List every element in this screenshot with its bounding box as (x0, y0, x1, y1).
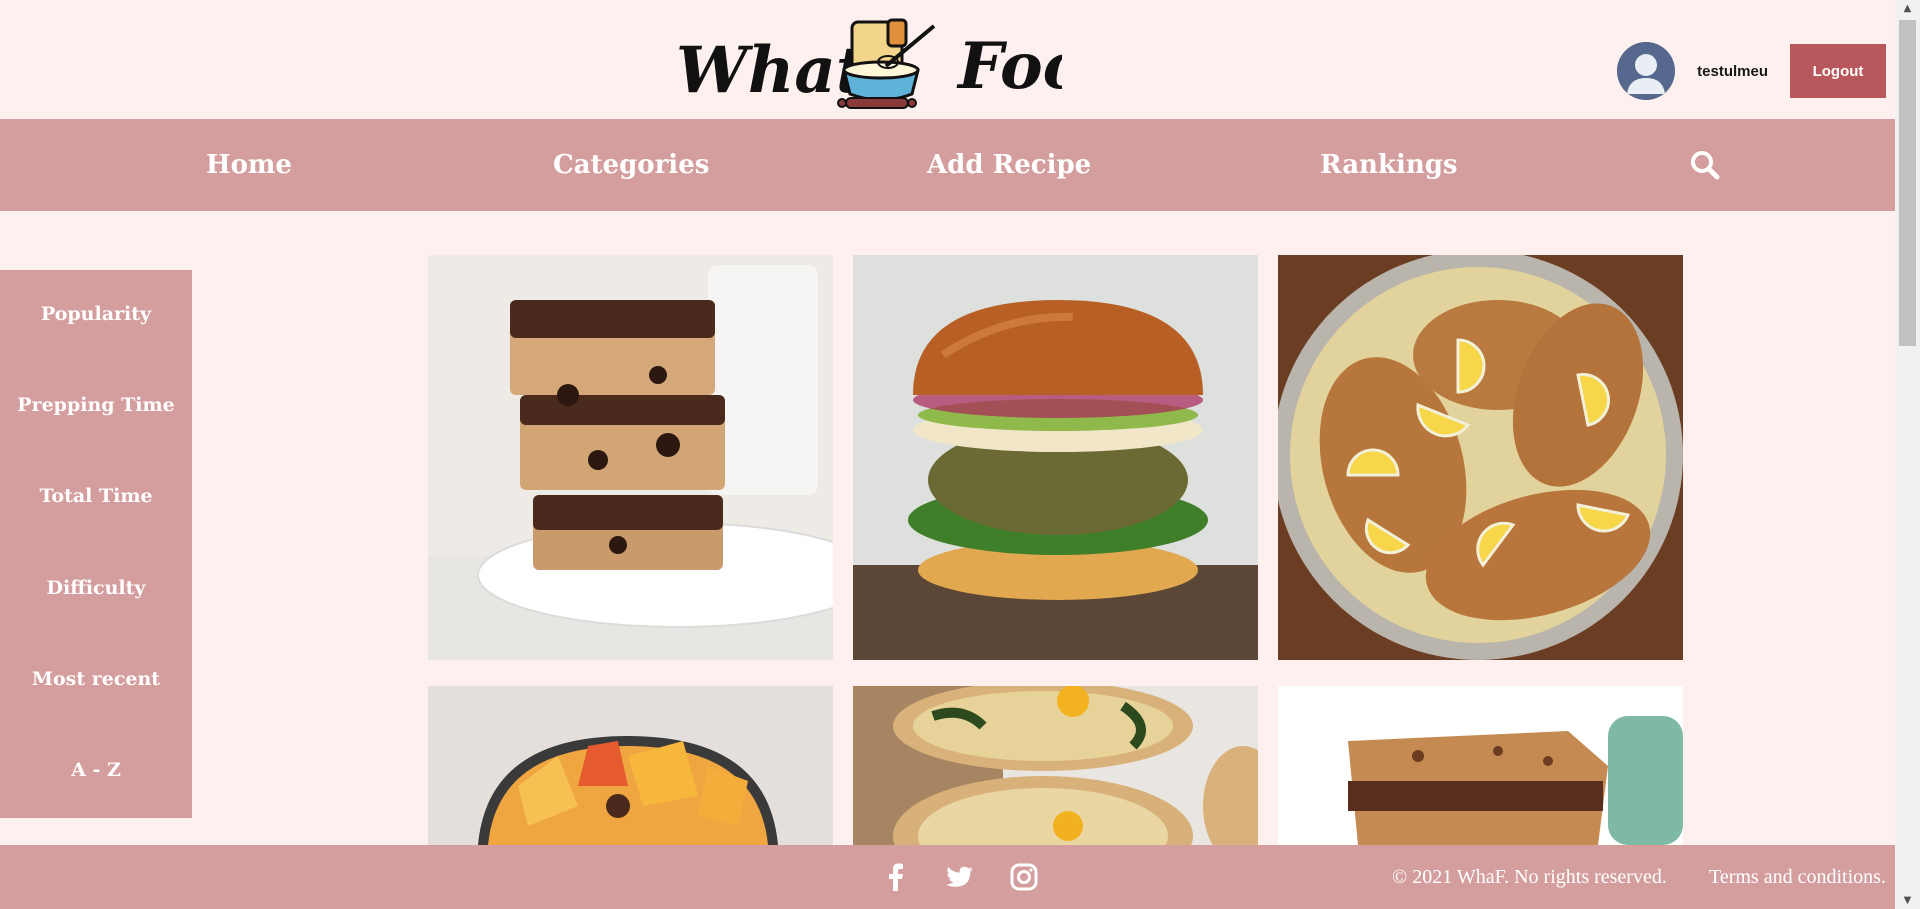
footer: © 2021 WhaF. No rights reserved. Terms a… (0, 845, 1895, 909)
scrollbar[interactable]: ▲ ▼ (1895, 0, 1920, 909)
sort-most-recent[interactable]: Most recent (0, 668, 192, 690)
sort-prepping-time[interactable]: Prepping Time (0, 394, 192, 416)
search-icon[interactable] (1690, 150, 1720, 180)
logout-button[interactable]: Logout (1790, 44, 1886, 98)
nav-home[interactable]: Home (206, 119, 292, 211)
nav-add-recipe[interactable]: Add Recipe (927, 119, 1091, 211)
recipe-card[interactable] (853, 255, 1258, 660)
recipe-card[interactable] (428, 686, 833, 845)
recipe-card[interactable] (428, 255, 833, 660)
main-nav: Home Categories Add Recipe Rankings (0, 119, 1895, 211)
avatar[interactable] (1617, 42, 1676, 100)
recipe-card[interactable] (853, 686, 1258, 845)
scroll-up-icon[interactable]: ▲ (1895, 0, 1920, 17)
terms-link[interactable]: Terms and conditions. (1709, 845, 1886, 909)
header: What Food testulmeu L (0, 0, 1895, 119)
logo[interactable]: What Food (676, 18, 1130, 114)
scroll-down-icon[interactable]: ▼ (1895, 892, 1920, 909)
username[interactable]: testulmeu (1697, 63, 1768, 80)
copyright: © 2021 WhaF. No rights reserved. (1392, 866, 1667, 888)
mixing-bowl-icon (837, 18, 936, 109)
user-silhouette-icon (1617, 42, 1676, 100)
sort-popularity[interactable]: Popularity (0, 303, 192, 325)
logo-text-right: Food (956, 29, 1062, 104)
recipe-image-blondie-bars (1278, 686, 1683, 845)
sort-total-time[interactable]: Total Time (0, 485, 192, 507)
sort-a-z[interactable]: A - Z (0, 759, 192, 781)
facebook-icon[interactable] (882, 863, 910, 891)
recipe-image-peach-bowl (428, 686, 833, 845)
recipe-image-egg-toast (853, 686, 1258, 845)
recipe-card[interactable] (1278, 255, 1683, 660)
logo-text-left: What (676, 33, 865, 108)
twitter-icon[interactable] (946, 863, 974, 891)
recipe-image-veggie-burger (853, 255, 1258, 660)
recipe-card[interactable] (1278, 686, 1683, 845)
user-area: testulmeu Logout (1617, 42, 1886, 100)
nav-categories[interactable]: Categories (553, 119, 709, 211)
recipe-image-chicken-piccata (1278, 255, 1683, 660)
sort-difficulty[interactable]: Difficulty (0, 577, 192, 599)
recipe-image-chocolate-bars (428, 255, 833, 660)
instagram-icon[interactable] (1010, 863, 1038, 891)
scroll-thumb[interactable] (1899, 20, 1916, 346)
sort-sidebar: Popularity Prepping Time Total Time Diff… (0, 270, 192, 818)
nav-rankings[interactable]: Rankings (1320, 119, 1458, 211)
